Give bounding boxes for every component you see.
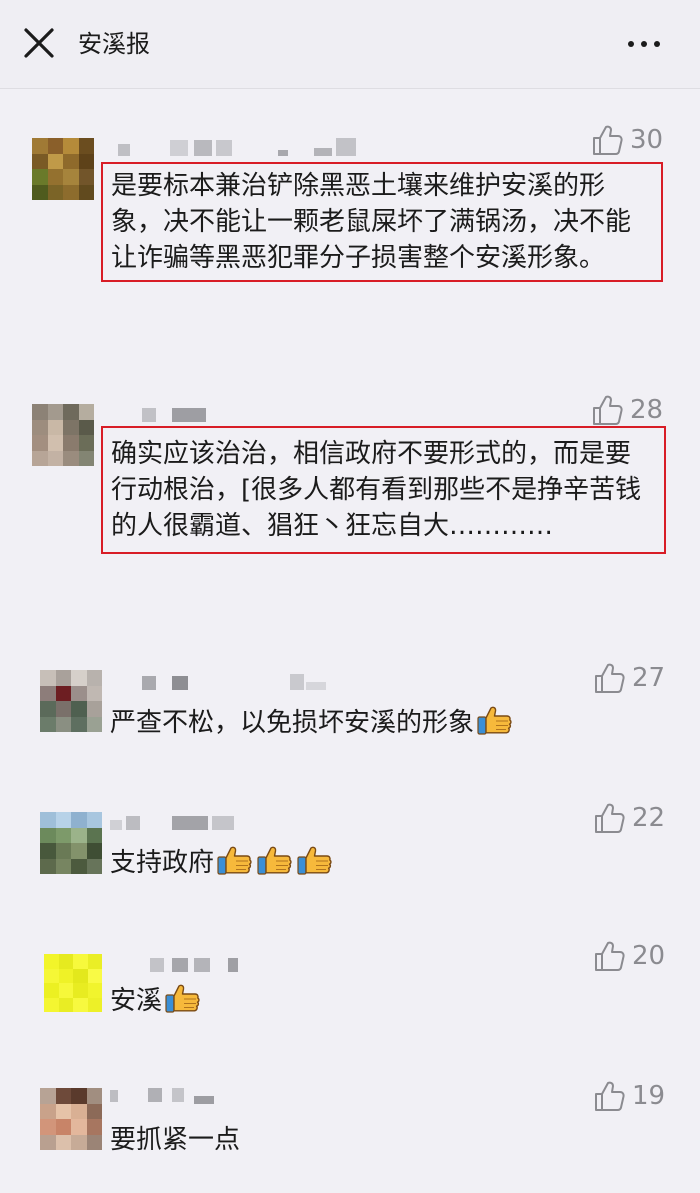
- comment-item: 27 严查不松，以免损坏安溪的形象: [0, 660, 700, 760]
- comment-item: 28 确实应该治治，相信政府不要形式的，而是要行动根治，[很多人都有看到那些不是…: [0, 392, 700, 632]
- comment-text-content: 安溪: [110, 986, 163, 1016]
- thumbs-up-icon: [592, 1079, 626, 1113]
- thumbs-up-emoji-icon: [296, 844, 334, 876]
- like-button[interactable]: 20: [592, 938, 665, 974]
- comment-text: 支持政府: [110, 844, 670, 881]
- thumbs-up-emoji-icon: [476, 704, 514, 736]
- thumbs-up-emoji-icon: [164, 982, 202, 1014]
- close-button[interactable]: [18, 22, 62, 66]
- more-options-button[interactable]: [620, 22, 670, 66]
- comment-text-content: 支持政府: [110, 848, 215, 878]
- thumbs-up-emoji-icon: [216, 844, 254, 876]
- comment-text: 要抓紧一点: [110, 1125, 241, 1155]
- like-count: 27: [632, 663, 666, 693]
- avatar: [32, 138, 94, 200]
- like-button[interactable]: 30: [590, 122, 663, 158]
- comment-item: 20 安溪: [0, 940, 700, 1040]
- like-button[interactable]: 22: [592, 800, 665, 836]
- avatar: [40, 670, 102, 732]
- blurred-nickname: [110, 674, 340, 692]
- comment-item: 30 是要标本兼治铲除黑恶土壤来维护安溪的形象，决不能让一颗老鼠屎坏了满锅汤，决…: [0, 120, 700, 360]
- blurred-nickname: [118, 406, 238, 424]
- comment-text: 安溪: [110, 982, 670, 1019]
- like-count: 30: [630, 125, 664, 155]
- thumbs-up-icon: [592, 801, 626, 835]
- avatar: [40, 812, 102, 874]
- like-button[interactable]: 19: [592, 1078, 665, 1114]
- blurred-nickname: [110, 814, 240, 832]
- thumbs-up-emoji-icon: [256, 844, 294, 876]
- comment-text: 严查不松，以免损坏安溪的形象: [110, 704, 670, 741]
- comment-item: 19 要抓紧一点: [0, 1078, 700, 1178]
- blurred-nickname: [110, 1086, 220, 1104]
- comment-text-content: 严查不松，以免损坏安溪的形象: [110, 708, 475, 738]
- thumbs-up-icon: [590, 123, 624, 157]
- blurred-nickname: [118, 138, 358, 156]
- avatar: [44, 954, 102, 1012]
- comment-item: 22 支持政府: [0, 800, 700, 900]
- comment-text: 确实应该治治，相信政府不要形式的，而是要行动根治，[很多人都有看到那些不是挣辛苦…: [101, 426, 666, 554]
- like-count: 20: [632, 941, 666, 971]
- blurred-nickname: [110, 956, 240, 974]
- like-count: 19: [632, 1081, 666, 1111]
- thumbs-up-icon: [592, 661, 626, 695]
- avatar: [32, 404, 94, 466]
- more-dots-icon: [628, 41, 660, 47]
- like-button[interactable]: 27: [592, 660, 665, 696]
- avatar: [40, 1088, 102, 1150]
- thumbs-up-icon: [592, 939, 626, 973]
- comment-text: 是要标本兼治铲除黑恶土壤来维护安溪的形象，决不能让一颗老鼠屎坏了满锅汤，决不能让…: [101, 162, 663, 282]
- like-button[interactable]: 28: [590, 392, 663, 428]
- close-icon: [24, 28, 54, 58]
- like-count: 22: [632, 803, 666, 833]
- page-title: 安溪报: [78, 30, 150, 58]
- like-count: 28: [630, 395, 664, 425]
- top-bar: 安溪报: [0, 0, 700, 89]
- thumbs-up-icon: [590, 393, 624, 427]
